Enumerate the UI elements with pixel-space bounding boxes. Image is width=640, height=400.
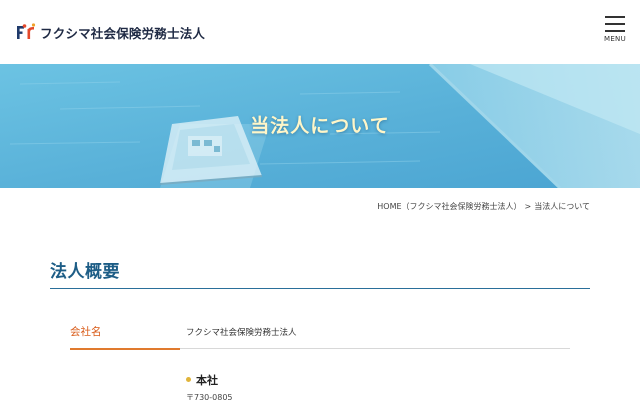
hamburger-icon (605, 16, 625, 32)
page: フクシマ社会保険労務士法人 MENU 当法人について HOME（フクシマ社会保険… (0, 0, 640, 400)
breadcrumb-home-link[interactable]: HOME（フクシマ社会保険労務士法人） (377, 202, 521, 211)
menu-label: MENU (603, 35, 627, 43)
site-header: フクシマ社会保険労務士法人 MENU (0, 0, 640, 64)
breadcrumb: HOME（フクシマ社会保険労務士法人） > 当法人について (377, 201, 590, 212)
breadcrumb-current: 当法人について (534, 202, 590, 211)
hero-title: 当法人について (250, 115, 390, 137)
hero-banner: 当法人について (0, 64, 640, 188)
section-divider (50, 288, 590, 289)
row-label-underline (70, 348, 180, 350)
row-divider (180, 348, 570, 349)
breadcrumb-separator: > (524, 202, 532, 211)
fr-logo-icon (17, 23, 36, 39)
company-name-label: 会社名 (70, 326, 102, 338)
logo-text: フクシマ社会保険労務士法人 (40, 25, 206, 41)
section-title: 法人概要 (50, 262, 120, 282)
site-logo[interactable]: フクシマ社会保険労務士法人 (16, 22, 205, 42)
postal-code: 〒730-0805 (186, 393, 233, 400)
office-title: 本社 (196, 374, 218, 387)
bullet-dot-icon (186, 377, 191, 382)
menu-button[interactable]: MENU (600, 14, 630, 46)
company-name-value: フクシマ社会保険労務士法人 (186, 328, 297, 338)
